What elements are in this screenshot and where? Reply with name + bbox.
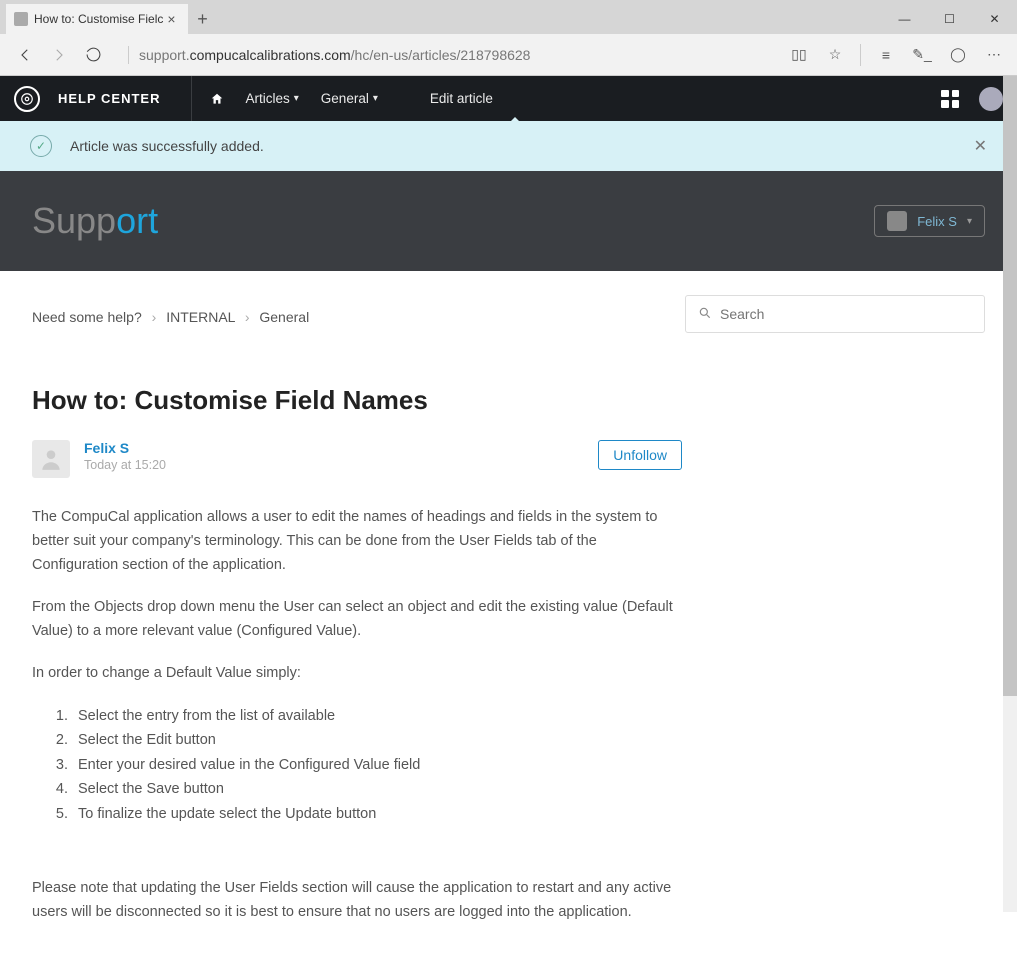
search-box[interactable] bbox=[685, 295, 985, 333]
maximize-button[interactable]: ☐ bbox=[927, 4, 972, 34]
unfollow-button[interactable]: Unfollow bbox=[598, 440, 682, 470]
home-icon[interactable] bbox=[210, 92, 224, 106]
paragraph: The CompuCal application allows a user t… bbox=[32, 506, 682, 578]
url-host: compucalcalibrations.com bbox=[190, 47, 351, 63]
close-tab-icon[interactable]: × bbox=[163, 11, 179, 27]
minimize-button[interactable]: — bbox=[882, 4, 927, 34]
list-item: Select the Save button bbox=[72, 777, 682, 802]
new-tab-button[interactable]: + bbox=[188, 4, 218, 34]
check-icon: ✓ bbox=[30, 135, 52, 157]
chevron-down-icon: ▾ bbox=[967, 216, 972, 227]
support-logo[interactable]: Support bbox=[32, 200, 158, 242]
search-input[interactable] bbox=[720, 306, 972, 322]
list-item: Select the entry from the list of availa… bbox=[72, 704, 682, 729]
window-controls: — ☐ ✕ bbox=[882, 4, 1017, 34]
notes-icon[interactable]: ✎_ bbox=[907, 40, 937, 70]
admin-toolbar: HELP CENTER Articles▾ General▾ Edit arti… bbox=[0, 76, 1017, 121]
search-icon bbox=[698, 306, 712, 323]
forward-button[interactable] bbox=[42, 38, 76, 72]
url-path: /hc/en-us/articles/218798628 bbox=[351, 47, 531, 63]
favorite-icon[interactable]: ☆ bbox=[820, 40, 850, 70]
article-date: Today at 15:20 bbox=[84, 458, 166, 472]
browser-tab[interactable]: How to: Customise Fielc × bbox=[6, 4, 188, 34]
breadcrumb-category[interactable]: General bbox=[259, 309, 309, 325]
scrollbar[interactable] bbox=[1003, 76, 1017, 912]
close-window-button[interactable]: ✕ bbox=[972, 4, 1017, 34]
help-center-title: HELP CENTER bbox=[58, 91, 161, 106]
notice-text: Article was successfully added. bbox=[70, 138, 264, 154]
share-icon[interactable]: ◯ bbox=[943, 40, 973, 70]
user-dropdown[interactable]: Felix S ▾ bbox=[874, 205, 985, 237]
more-icon[interactable]: ⋯ bbox=[979, 40, 1009, 70]
chevron-down-icon: ▾ bbox=[294, 93, 299, 104]
user-avatar-small bbox=[887, 211, 907, 231]
user-avatar[interactable] bbox=[979, 87, 1003, 111]
edit-article-button[interactable]: Edit article bbox=[430, 91, 493, 106]
steps-list: Select the entry from the list of availa… bbox=[72, 704, 682, 827]
paragraph: Please note that updating the User Field… bbox=[32, 877, 682, 925]
paragraph: From the Objects drop down menu the User… bbox=[32, 596, 682, 644]
refresh-button[interactable] bbox=[76, 38, 110, 72]
address-bar[interactable]: support.compucalcalibrations.com/hc/en-u… bbox=[120, 41, 774, 69]
help-center-icon[interactable] bbox=[14, 86, 40, 112]
scrollbar-thumb[interactable] bbox=[1003, 76, 1017, 696]
success-notice: ✓ Article was successfully added. ✕ bbox=[0, 121, 1017, 171]
hub-icon[interactable]: ≡ bbox=[871, 40, 901, 70]
breadcrumb-section[interactable]: INTERNAL bbox=[166, 309, 235, 325]
author-avatar bbox=[32, 440, 70, 478]
browser-tab-bar: How to: Customise Fielc × + — ☐ ✕ bbox=[0, 0, 1017, 34]
user-name: Felix S bbox=[917, 214, 957, 229]
author-row: Felix S Today at 15:20 Unfollow bbox=[32, 440, 682, 478]
caret-indicator bbox=[510, 117, 520, 122]
general-dropdown[interactable]: General▾ bbox=[321, 91, 378, 106]
breadcrumb-root[interactable]: Need some help? bbox=[32, 309, 142, 325]
tab-favicon bbox=[14, 12, 28, 26]
apps-icon[interactable] bbox=[941, 90, 959, 108]
article: How to: Customise Field Names Felix S To… bbox=[32, 385, 682, 925]
tab-title: How to: Customise Fielc bbox=[34, 12, 163, 26]
reading-view-icon[interactable]: ▯▯ bbox=[784, 40, 814, 70]
browser-toolbar: support.compucalcalibrations.com/hc/en-u… bbox=[0, 34, 1017, 76]
list-item: Select the Edit button bbox=[72, 728, 682, 753]
chevron-down-icon: ▾ bbox=[373, 93, 378, 104]
support-header: Support Felix S ▾ bbox=[0, 171, 1017, 271]
url-prefix: support. bbox=[139, 47, 190, 63]
list-item: To finalize the update select the Update… bbox=[72, 802, 682, 827]
author-name[interactable]: Felix S bbox=[84, 440, 166, 456]
close-notice-icon[interactable]: ✕ bbox=[974, 136, 987, 156]
list-item: Enter your desired value in the Configur… bbox=[72, 753, 682, 778]
paragraph: In order to change a Default Value simpl… bbox=[32, 662, 682, 686]
content-area: Need some help? › INTERNAL › General How… bbox=[0, 271, 1017, 973]
article-title: How to: Customise Field Names bbox=[32, 385, 682, 416]
back-button[interactable] bbox=[8, 38, 42, 72]
articles-dropdown[interactable]: Articles▾ bbox=[246, 91, 299, 106]
